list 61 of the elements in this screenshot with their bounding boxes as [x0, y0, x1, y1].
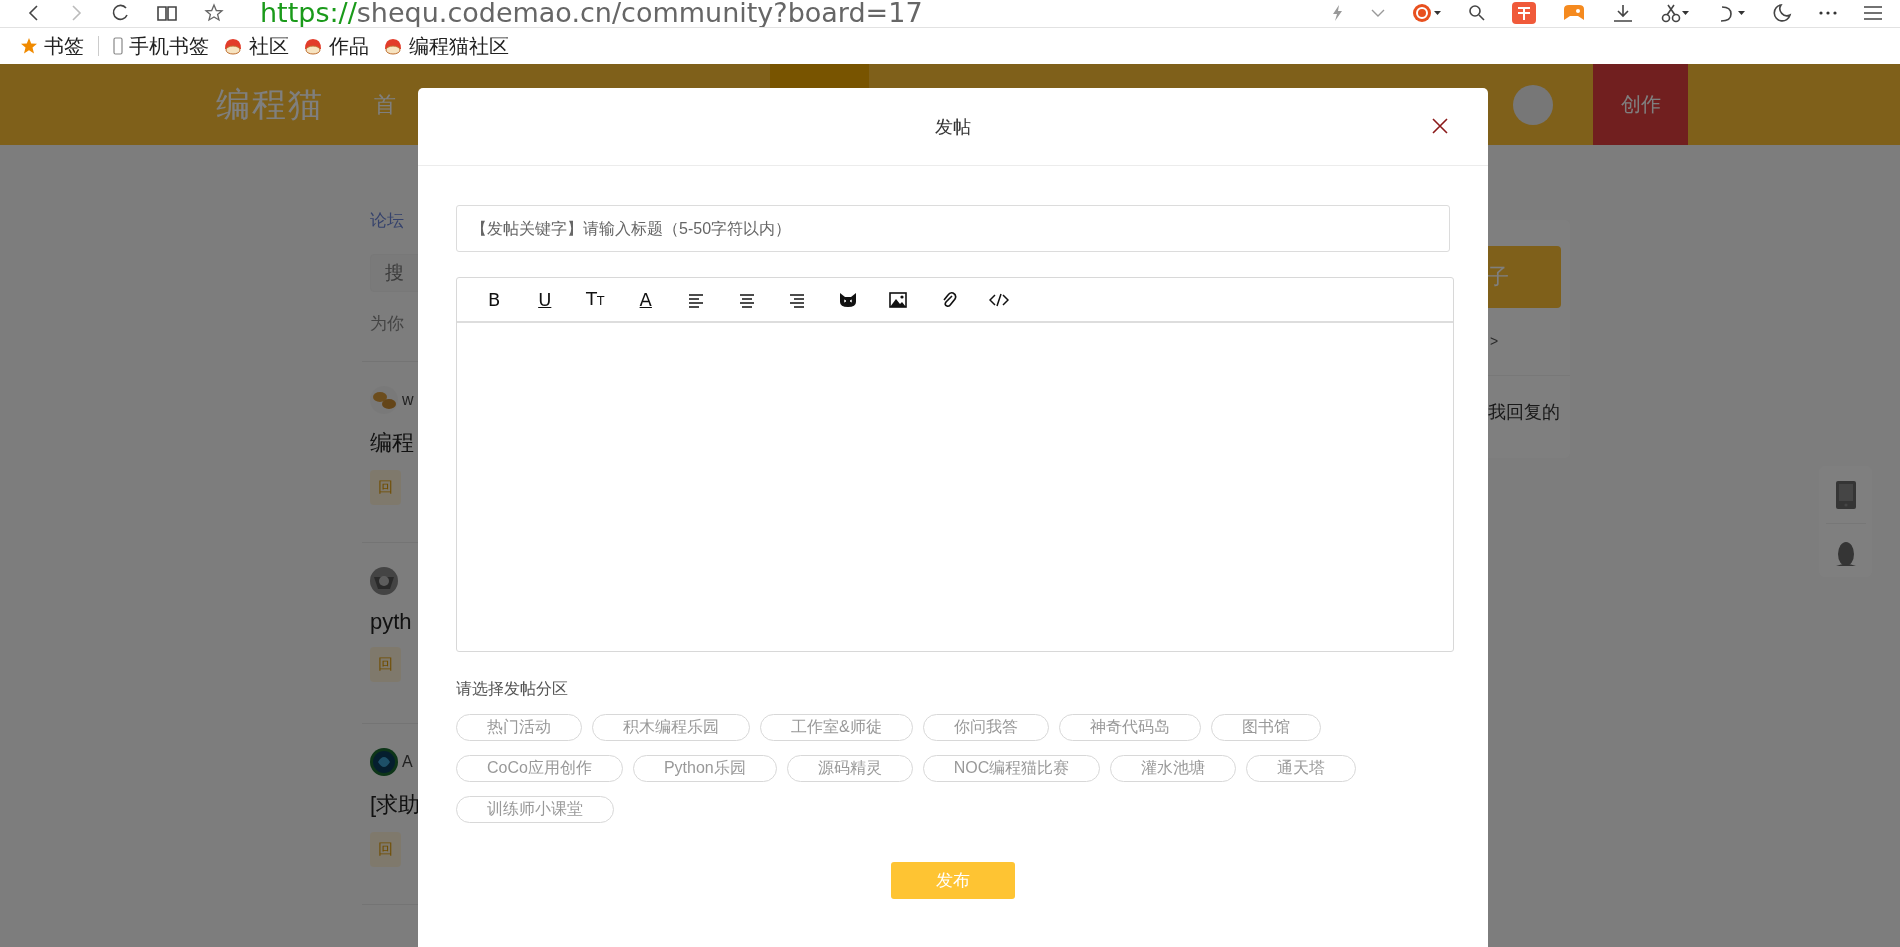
- paperclip-icon[interactable]: [940, 290, 957, 309]
- board-tag[interactable]: Python乐园: [632, 755, 777, 782]
- bookmark-link[interactable]: 作品: [329, 32, 369, 60]
- scissors-icon[interactable]: [1660, 3, 1690, 23]
- bookmark-link[interactable]: 社区: [249, 32, 289, 60]
- bookmark-link[interactable]: 书签: [44, 32, 84, 60]
- reply-tag: 回: [370, 832, 401, 867]
- download-icon[interactable]: [1612, 3, 1634, 23]
- board-tag[interactable]: 你问我答: [922, 714, 1049, 741]
- mascot-icon: [223, 37, 243, 55]
- bold-button[interactable]: B: [488, 289, 501, 310]
- board-tag[interactable]: 图书馆: [1210, 714, 1321, 741]
- user-avatar[interactable]: [370, 567, 398, 595]
- mascot-icon: [303, 37, 323, 55]
- board-tag[interactable]: 工作室&师徒: [760, 714, 913, 741]
- moon-icon[interactable]: [1772, 3, 1792, 23]
- board-tag[interactable]: 通天塔: [1246, 755, 1357, 782]
- reply-tag: 回: [370, 647, 401, 682]
- board-tag[interactable]: 灌水池塘: [1110, 755, 1237, 782]
- mascot-icon: [383, 37, 403, 55]
- more-icon[interactable]: [1818, 10, 1838, 16]
- code-icon[interactable]: [989, 291, 1010, 308]
- menu-icon[interactable]: [1864, 5, 1882, 21]
- hint-text: 为你: [370, 313, 405, 335]
- bookmark-link[interactable]: 编程猫社区: [409, 32, 509, 60]
- underline-button[interactable]: A: [639, 289, 652, 310]
- align-left-icon[interactable]: [688, 291, 705, 308]
- star-icon: [20, 37, 38, 55]
- publish-button[interactable]: 发布: [891, 862, 1015, 899]
- create-button[interactable]: 创作: [1593, 64, 1688, 145]
- author-name[interactable]: A: [402, 753, 413, 771]
- cat-face-icon[interactable]: [838, 291, 857, 308]
- user-avatar[interactable]: [370, 748, 398, 776]
- dialog-title: 发帖: [935, 115, 971, 139]
- section-label: 请选择发帖分区: [456, 679, 569, 699]
- lightning-icon[interactable]: [1330, 4, 1344, 22]
- phone-icon[interactable]: [1835, 481, 1856, 509]
- reply-tag: 回: [370, 470, 401, 505]
- close-icon[interactable]: [1431, 117, 1449, 135]
- align-right-icon[interactable]: [789, 291, 806, 308]
- bookmark-link[interactable]: 手机书签: [129, 32, 209, 60]
- title-field[interactable]: 【发帖关键字】请输入标题（5-50字符以内）: [456, 205, 1450, 252]
- board-tag[interactable]: 积木编程乐园: [592, 714, 750, 741]
- text-size-button[interactable]: TT: [586, 288, 605, 311]
- url-text[interactable]: https://shequ.codemao.cn/community?board=17: [260, 0, 923, 27]
- board-tag[interactable]: 神奇代码岛: [1058, 714, 1201, 741]
- board-tag[interactable]: CoCo应用创作: [456, 755, 623, 782]
- reload-icon[interactable]: [110, 3, 130, 23]
- align-center-icon[interactable]: [738, 291, 755, 308]
- board-tag[interactable]: NOC编程猫比赛: [922, 755, 1101, 782]
- image-icon[interactable]: [889, 291, 908, 308]
- search-icon[interactable]: [1468, 4, 1486, 22]
- underline-button[interactable]: U: [538, 289, 552, 310]
- author-name[interactable]: w: [402, 391, 414, 409]
- book-icon[interactable]: [156, 4, 178, 22]
- board-tag[interactable]: 源码精灵: [786, 755, 913, 782]
- board-tag[interactable]: 热门活动: [456, 714, 582, 741]
- phone-icon: [113, 37, 123, 55]
- chevron-down-icon[interactable]: [1370, 7, 1386, 19]
- board-tag[interactable]: 训练师小课堂: [456, 796, 614, 823]
- star-icon[interactable]: [204, 3, 224, 23]
